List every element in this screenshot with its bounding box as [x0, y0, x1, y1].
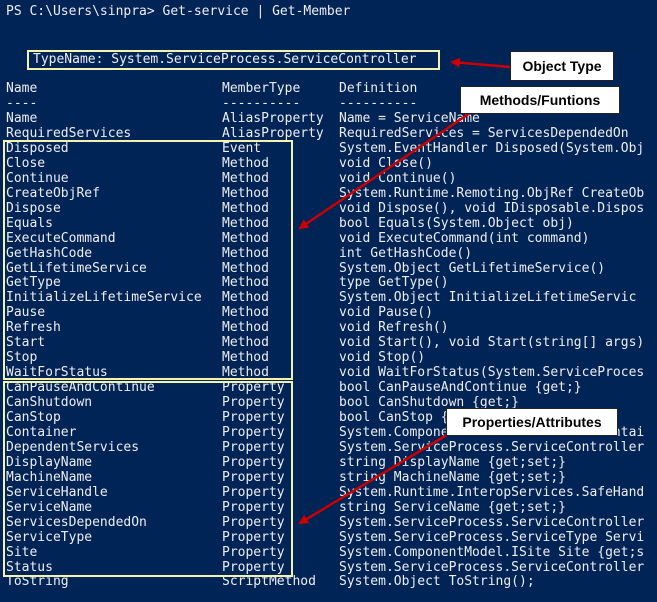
member-definition: System.Object ToString(); [339, 574, 535, 589]
member-definition: Name = ServiceName [339, 111, 480, 126]
header-name: Name [6, 81, 38, 96]
member-definition: System.Object InitializeLifetimeServic [339, 290, 637, 305]
member-definition: string ServiceName {get;set;} [339, 500, 566, 515]
typename-line: TypeName: System.ServiceProcess.ServiceC… [33, 52, 417, 67]
object-type-callout: Object Type [510, 51, 614, 81]
member-definition: System.ServiceProcess.ServiceController [339, 515, 645, 530]
prompt-line: PS C:\Users\sinpra> Get-service | Get-Me… [6, 4, 351, 19]
header-definition: Definition [339, 81, 418, 96]
member-definition: System.ServiceProcess.ServiceController [339, 440, 645, 455]
member-definition: System.Runtime.InteropServices.SafeHand [339, 485, 645, 500]
member-definition: void Refresh() [339, 320, 449, 335]
member-definition: void Continue() [339, 171, 457, 186]
member-name: Name [6, 111, 38, 126]
member-definition: void Close() [339, 156, 433, 171]
member-definition: string DisplayName {get;set;} [339, 455, 566, 470]
member-definition: void WaitForStatus(System.ServiceProces [339, 365, 645, 380]
properties-highlight-box [3, 381, 293, 577]
member-definition: int GetHashCode() [339, 246, 473, 261]
member-definition: RequiredServices = ServicesDependedOn [339, 126, 629, 141]
member-definition: bool Equals(System.Object obj) [339, 216, 574, 231]
header-member-type: MemberType [222, 81, 301, 96]
member-definition: System.Runtime.Remoting.ObjRef CreateOb [339, 186, 645, 201]
underline-member-type: ---------- [222, 96, 301, 111]
member-definition: System.ServiceProcess.ServiceController [339, 560, 645, 575]
member-definition: void Pause() [339, 305, 433, 320]
member-definition: string MachineName {get;set;} [339, 470, 566, 485]
member-definition: System.ComponentModel.ISite Site {get;s [339, 545, 645, 560]
underline-name: ---- [6, 96, 38, 111]
member-definition: type GetType() [339, 275, 449, 290]
table-row: RequiredServices AliasProperty RequiredSer… [0, 126, 657, 141]
member-definition: bool CanPauseAndContinue {get;} [339, 380, 582, 395]
methods-callout: Methods/Funtions [460, 86, 620, 114]
powershell-console[interactable]: PS C:\Users\sinpra> Get-service | Get-Me… [0, 0, 657, 602]
member-definition: System.EventHandler Disposed(System.Obj [339, 141, 645, 156]
underline-definition: ---------- [339, 96, 418, 111]
methods-highlight-box [3, 140, 293, 380]
member-definition: void Dispose(), void IDisposable.Dispos [339, 201, 645, 216]
member-name: RequiredServices [6, 126, 132, 141]
member-type: AliasProperty [222, 126, 324, 141]
member-definition: void Stop() [339, 350, 426, 365]
member-definition: void Start(), void Start(string[] args) [339, 335, 645, 350]
member-type: AliasProperty [222, 111, 324, 126]
member-definition: System.ServiceProcess.ServiceType Servi [339, 530, 645, 545]
member-definition: void ExecuteCommand(int command) [339, 231, 590, 246]
properties-callout: Properties/Attributes [446, 408, 618, 436]
object-type-arrow [450, 57, 511, 69]
member-definition: System.Object GetLifetimeService() [339, 261, 606, 276]
